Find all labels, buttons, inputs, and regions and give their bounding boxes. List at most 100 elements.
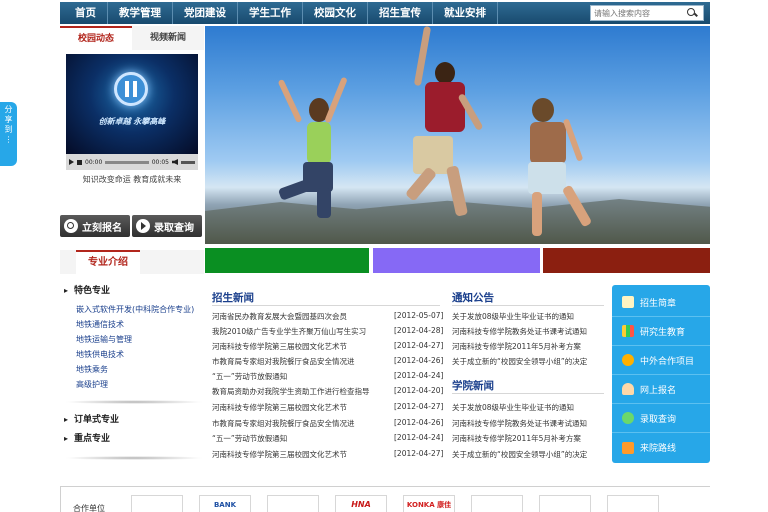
video-time-total: 00:05 xyxy=(151,158,169,166)
news-date: [2012-04-20] xyxy=(394,386,444,395)
nav-item-campus-culture[interactable]: 校园文化 xyxy=(303,2,368,24)
college-news-title[interactable]: 学院新闻 xyxy=(452,378,494,393)
share-char: 分 xyxy=(4,105,13,114)
nav-item-admissions[interactable]: 招生宣传 xyxy=(368,2,433,24)
college-news-item[interactable]: 河南科技专修学院2011年5月补考方案 xyxy=(452,433,581,444)
page: 分 享 到 ⋮ 首页 教学管理 党团建设 学生工作 校园文化 招生宣传 就业安排… xyxy=(0,0,768,512)
admission-query-label: 录取查询 xyxy=(154,222,194,234)
tab-campus-news[interactable]: 校园动态 xyxy=(60,26,132,50)
news-item[interactable]: “五一”劳动节放假通知 xyxy=(212,433,287,444)
quick-link-label: 招生简章 xyxy=(640,298,677,309)
group-key-majors[interactable]: 重点专业 xyxy=(64,431,110,444)
share-char: 到 xyxy=(4,125,13,134)
news-date: [2012-04-24] xyxy=(394,371,444,380)
divider xyxy=(452,393,604,394)
video-time-current: 00:00 xyxy=(85,158,103,166)
news-item[interactable]: 河南科技专修学院第三届校园文化艺术节 xyxy=(212,341,347,352)
news-date: [2012-04-26] xyxy=(394,356,444,365)
group-order-majors[interactable]: 订单式专业 xyxy=(64,412,119,425)
search-box xyxy=(590,5,704,21)
divider xyxy=(64,400,204,404)
search-icon[interactable] xyxy=(685,6,699,20)
notice-item[interactable]: 关于成立新的“校园安全领导小组”的决定 xyxy=(452,356,587,367)
video-progress-bar[interactable] xyxy=(105,160,149,164)
major-item[interactable]: 嵌入式软件开发(中科院合作专业) xyxy=(76,304,194,315)
nav-item-party[interactable]: 党团建设 xyxy=(173,2,238,24)
group-featured-majors[interactable]: 特色专业 xyxy=(64,283,110,296)
quick-link-online-register[interactable]: 网上报名 xyxy=(612,375,710,404)
news-tabs: 校园动态 视频新闻 xyxy=(60,26,204,50)
news-item[interactable]: 河南科技专修学院第三届校园文化艺术节 xyxy=(212,449,347,460)
quick-links-panel: 招生简章 研究生教育 中外合作项目 网上报名 录取查询 来院路线 xyxy=(612,285,710,463)
notice-item[interactable]: 河南科技专修学院教务处证书课考试通知 xyxy=(452,326,587,337)
specialties-header: 专业介绍 xyxy=(60,250,204,274)
news-item[interactable]: 市教育局专家组对我院餐厅食品安全情况进 xyxy=(212,418,355,429)
share-char: 享 xyxy=(4,115,13,124)
quick-link-graduate[interactable]: 研究生教育 xyxy=(612,317,710,346)
college-news-item[interactable]: 河南科技专修学院教务处证书课考试通知 xyxy=(452,418,587,429)
users-icon xyxy=(622,383,634,395)
color-bar-purple[interactable] xyxy=(373,248,540,273)
video-caption: 创新卓越 永攀高峰 xyxy=(98,117,166,126)
nav-item-teaching[interactable]: 教学管理 xyxy=(108,2,173,24)
quick-link-label: 录取查询 xyxy=(640,414,677,425)
color-bar-red[interactable] xyxy=(543,248,710,273)
quick-link-route[interactable]: 来院路线 xyxy=(612,433,710,462)
major-item[interactable]: 高级护理 xyxy=(76,379,108,390)
quick-link-label: 来院路线 xyxy=(640,444,677,454)
volume-slider[interactable] xyxy=(181,160,195,164)
partner-logo[interactable] xyxy=(539,495,591,512)
nav-item-student-affairs[interactable]: 学生工作 xyxy=(238,2,303,24)
video-player[interactable]: 创新卓越 永攀高峰 00:00 00:05 xyxy=(66,54,198,170)
partner-logo[interactable]: BANK xyxy=(199,495,251,512)
volume-icon[interactable] xyxy=(172,159,178,165)
quick-link-label: 网上报名 xyxy=(640,385,677,396)
chart-icon xyxy=(622,325,634,337)
news-item[interactable]: “五一”劳动节放假通知 xyxy=(212,371,287,382)
banner-person-left xyxy=(275,76,365,236)
partner-logo[interactable] xyxy=(267,495,319,512)
admission-query-button[interactable]: 录取查询 xyxy=(132,215,202,237)
share-char: ⋮ xyxy=(4,135,13,144)
nav-item-employment[interactable]: 就业安排 xyxy=(433,2,498,24)
partner-logo[interactable]: KONKA 康佳 xyxy=(403,495,455,512)
news-date: [2012-05-07] xyxy=(394,311,444,320)
news-date: [2012-04-24] xyxy=(394,433,444,442)
arrow-right-icon xyxy=(136,219,150,233)
video-controls: 00:00 00:05 xyxy=(66,154,198,170)
major-item[interactable]: 地铁供电技术 xyxy=(76,349,124,360)
news-item[interactable]: 市教育局专家组对我院餐厅食品安全情况进 xyxy=(212,356,355,367)
college-news-item[interactable]: 关于成立新的“校园安全领导小组”的决定 xyxy=(452,449,587,460)
nav-item-home[interactable]: 首页 xyxy=(60,2,108,24)
notice-item[interactable]: 关于发放08级毕业生毕业证书的通知 xyxy=(452,311,574,322)
color-bar-green[interactable] xyxy=(205,248,369,273)
college-news-item[interactable]: 关于发放08级毕业生毕业证书的通知 xyxy=(452,402,574,413)
major-item[interactable]: 地铁运输与管理 xyxy=(76,334,132,345)
search-input[interactable] xyxy=(591,6,685,20)
notice-item[interactable]: 河南科技专修学院2011年5月补考方案 xyxy=(452,341,581,352)
video-screen[interactable]: 创新卓越 永攀高峰 xyxy=(66,54,198,154)
news-item[interactable]: 教育局资助办对我院学生资助工作进行检查指导 xyxy=(212,386,370,397)
partner-logo[interactable] xyxy=(131,495,183,512)
admission-news-title[interactable]: 招生新闻 xyxy=(212,290,254,305)
news-item[interactable]: 我院2010级广告专业学生齐聚万仙山写生实习 xyxy=(212,326,366,337)
play-icon[interactable] xyxy=(69,159,74,165)
major-item[interactable]: 地铁通信技术 xyxy=(76,319,124,330)
major-item[interactable]: 地铁乘务 xyxy=(76,364,108,375)
news-item[interactable]: 河南科技专修学院第三届校园文化艺术节 xyxy=(212,402,347,413)
tab-video-news[interactable]: 视频新闻 xyxy=(132,26,204,50)
partner-logo[interactable] xyxy=(607,495,659,512)
quick-link-international[interactable]: 中外合作项目 xyxy=(612,346,710,375)
quick-link-admission-query[interactable]: 录取查询 xyxy=(612,404,710,433)
share-tab[interactable]: 分 享 到 ⋮ xyxy=(0,102,17,166)
search-icon xyxy=(64,219,78,233)
register-now-button[interactable]: 立刻报名 xyxy=(60,215,130,237)
quick-link-admission-guide[interactable]: 招生简章 xyxy=(612,288,710,317)
news-date: [2012-04-27] xyxy=(394,402,444,411)
hero-banner[interactable] xyxy=(205,26,710,244)
news-item[interactable]: 河南省民办教育发展大会暨园基四次会员 xyxy=(212,311,347,322)
partner-logo[interactable]: HNA xyxy=(335,495,387,512)
stop-icon[interactable] xyxy=(77,159,82,165)
notices-title[interactable]: 通知公告 xyxy=(452,290,494,305)
partner-logo[interactable] xyxy=(471,495,523,512)
